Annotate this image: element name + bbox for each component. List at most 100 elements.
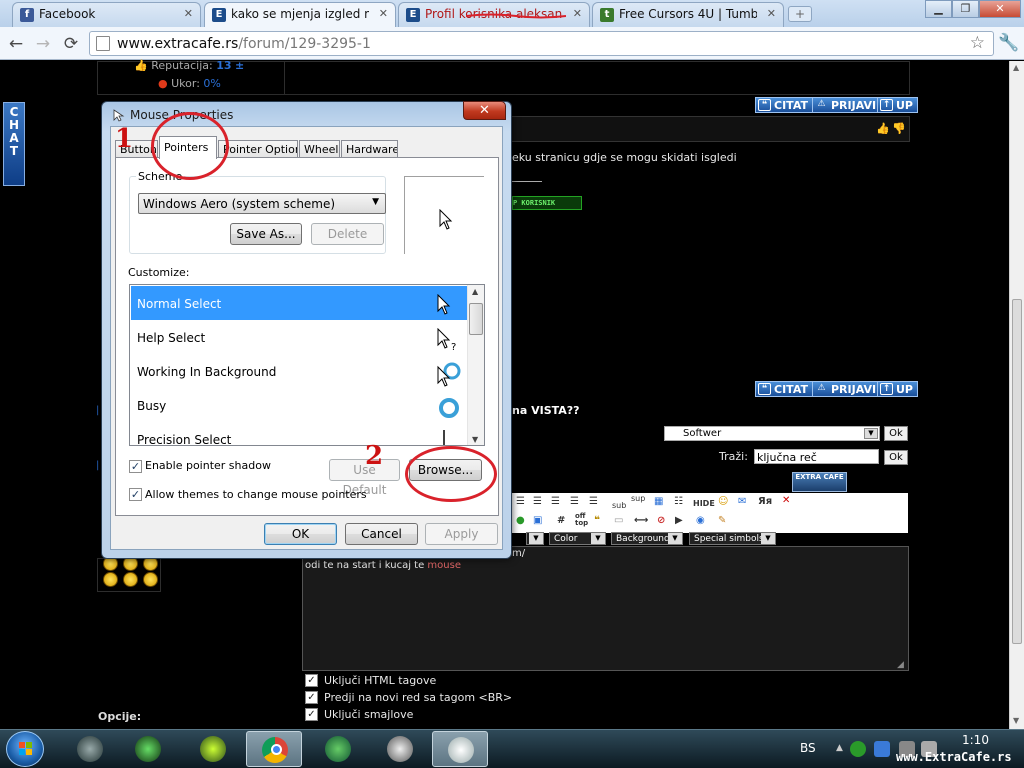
taskbar-utorrent[interactable] bbox=[310, 731, 366, 767]
taskbar-mouse-properties[interactable] bbox=[432, 731, 488, 767]
close-tab-icon[interactable]: ✕ bbox=[767, 7, 776, 20]
video-icon[interactable]: ▶ bbox=[675, 515, 683, 530]
page-icon[interactable]: ▭ bbox=[614, 515, 623, 530]
section-select[interactable]: Softwer ▼ bbox=[664, 426, 880, 441]
delete-button[interactable]: Delete bbox=[311, 223, 384, 245]
new-tab-button[interactable]: + bbox=[788, 6, 812, 22]
flash-icon[interactable]: ◉ bbox=[696, 515, 705, 530]
apply-button[interactable]: Apply bbox=[425, 523, 498, 545]
list-item-normal-select[interactable]: Normal Select bbox=[131, 286, 467, 320]
br-tag-checkbox[interactable]: ✓ bbox=[305, 691, 318, 704]
smiley-icon[interactable]: ☺ bbox=[718, 496, 728, 511]
tab-hardware[interactable]: Hardware bbox=[341, 140, 398, 158]
align-left-icon[interactable]: ☰ bbox=[516, 496, 525, 511]
tab-facebook[interactable]: f Facebook ✕ bbox=[12, 2, 201, 27]
quote-button-2[interactable]: ❝ CITAT bbox=[755, 381, 813, 397]
taskbar-chrome[interactable] bbox=[246, 731, 302, 767]
no-entry-icon[interactable]: ⊘ bbox=[657, 515, 665, 530]
indent-icon[interactable]: ☰ bbox=[589, 496, 598, 511]
image-icon[interactable]: ▣ bbox=[533, 515, 542, 530]
search-ok-button[interactable]: Ok bbox=[884, 450, 908, 465]
special-symbols-select[interactable]: Special simbols ▼ bbox=[689, 532, 776, 545]
close-tab-icon[interactable]: ✕ bbox=[184, 7, 193, 20]
offtop-button[interactable]: off top bbox=[575, 513, 589, 527]
list-item-help-select[interactable]: Help Select ? bbox=[131, 320, 467, 354]
subscript-button[interactable]: sub bbox=[612, 501, 626, 510]
scroll-down-icon[interactable]: ▼ bbox=[1013, 716, 1019, 725]
maximize-button[interactable]: ❐ bbox=[952, 0, 979, 18]
ok-button[interactable]: OK bbox=[264, 523, 337, 545]
reload-icon[interactable]: ⟳ bbox=[60, 33, 82, 55]
cyrillic-convert-icon[interactable]: Яя bbox=[758, 496, 772, 511]
search-input[interactable]: ključna reč bbox=[754, 449, 879, 464]
superscript-button[interactable]: sup bbox=[631, 494, 645, 503]
taskbar-app-6[interactable] bbox=[372, 731, 428, 767]
scroll-down-icon[interactable]: ▼ bbox=[472, 435, 478, 444]
resize-grip-icon[interactable]: ◢ bbox=[897, 660, 904, 670]
list-item-precision-select[interactable]: Precision Select bbox=[131, 422, 467, 445]
minimize-button[interactable]: ▁ bbox=[925, 0, 952, 18]
cancel-button[interactable]: Cancel bbox=[345, 523, 418, 545]
scroll-up-icon[interactable]: ▲ bbox=[472, 287, 478, 296]
report-button[interactable]: ⚠ PRIJAVI bbox=[812, 97, 882, 113]
hash-code-icon[interactable]: # bbox=[557, 515, 565, 530]
remove-format-icon[interactable]: ✕ bbox=[782, 495, 790, 510]
wrench-icon[interactable]: 🔧 bbox=[998, 33, 1019, 53]
smiley-icon[interactable] bbox=[103, 572, 118, 587]
align-center-icon[interactable]: ☰ bbox=[533, 496, 542, 511]
quote-button[interactable]: ❝ CITAT bbox=[755, 97, 813, 113]
utorrent-tray-icon[interactable] bbox=[850, 741, 866, 757]
globe-icon[interactable]: ● bbox=[516, 515, 525, 530]
html-tags-checkbox[interactable]: ✓ bbox=[305, 674, 318, 687]
section-ok-button[interactable]: Ok bbox=[884, 426, 908, 441]
up-button[interactable]: ↑ UP bbox=[877, 97, 918, 113]
taskbar-app-3[interactable] bbox=[185, 731, 241, 767]
clock[interactable]: 1:10 bbox=[962, 733, 989, 747]
scroll-up-icon[interactable]: ▲ bbox=[1013, 63, 1019, 72]
tray-app-icon[interactable] bbox=[874, 741, 890, 757]
taskbar-app-2[interactable] bbox=[120, 731, 176, 767]
background-select[interactable]: Background ▼ bbox=[611, 532, 683, 545]
smiley-icon[interactable] bbox=[123, 572, 138, 587]
close-window-button[interactable]: ✕ bbox=[979, 0, 1021, 18]
address-bar[interactable]: www.extracafe.rs/forum/129-3295-1 ☆ bbox=[89, 31, 994, 56]
tab-kako-se-mjenja[interactable]: E kako se mjenja izgled misa ✕ bbox=[204, 2, 396, 27]
back-arrow-icon[interactable]: ← bbox=[5, 33, 27, 55]
enable-pointer-shadow-checkbox[interactable]: ✓ bbox=[129, 460, 142, 473]
reputation-pm[interactable]: ± bbox=[235, 59, 244, 72]
bookmark-star-icon[interactable]: ☆ bbox=[970, 33, 985, 53]
list-scrollbar[interactable]: ▲ ▼ bbox=[467, 285, 484, 445]
list-icon[interactable]: ☷ bbox=[674, 496, 683, 511]
report-button-2[interactable]: ⚠ PRIJAVI bbox=[812, 381, 882, 397]
close-tab-icon[interactable]: ✕ bbox=[573, 7, 582, 20]
close-tab-icon[interactable]: ✕ bbox=[379, 7, 388, 20]
dialog-close-button[interactable]: ✕ bbox=[463, 101, 506, 120]
tab-pointer-options[interactable]: Pointer Options bbox=[218, 140, 298, 158]
like-icon[interactable]: 👍 bbox=[876, 122, 890, 135]
up-button-2[interactable]: ↑ UP bbox=[877, 381, 918, 397]
list-item-busy[interactable]: Busy bbox=[131, 388, 467, 422]
email-icon[interactable]: ✉ bbox=[738, 496, 746, 511]
smileys-checkbox[interactable]: ✓ bbox=[305, 708, 318, 721]
table-icon[interactable]: ▦ bbox=[654, 496, 663, 511]
pointer-list[interactable]: Normal Select Help Select ? Working In B… bbox=[129, 284, 485, 446]
color-select[interactable]: Color ▼ bbox=[549, 532, 606, 545]
tab-free-cursors[interactable]: t Free Cursors 4U | Tumblr | D ✕ bbox=[592, 2, 784, 27]
smiley-icon[interactable] bbox=[143, 572, 158, 587]
list-item-working-in-background[interactable]: Working In Background bbox=[131, 354, 467, 388]
scroll-thumb[interactable] bbox=[469, 303, 483, 335]
dislike-icon[interactable]: 👎 bbox=[892, 122, 906, 135]
horizontal-arrow-icon[interactable]: ⟷ bbox=[634, 515, 648, 530]
page-scrollbar[interactable]: ▲ ▼ bbox=[1009, 61, 1024, 729]
allow-themes-checkbox[interactable]: ✓ bbox=[129, 488, 142, 501]
chat-sidebar-button[interactable]: CHAT bbox=[3, 102, 25, 186]
language-indicator[interactable]: BS bbox=[800, 741, 816, 755]
start-button[interactable] bbox=[6, 731, 44, 767]
font-size-select[interactable]: ▼ bbox=[526, 532, 544, 545]
align-right-icon[interactable]: ☰ bbox=[551, 496, 560, 511]
tray-expand-icon[interactable]: ▲ bbox=[836, 743, 843, 753]
hide-button[interactable]: HIDE bbox=[693, 499, 715, 514]
paint-icon[interactable]: ✎ bbox=[718, 515, 726, 530]
quote-box-icon[interactable]: ❝ bbox=[594, 515, 600, 530]
align-justify-icon[interactable]: ☰ bbox=[570, 496, 579, 511]
